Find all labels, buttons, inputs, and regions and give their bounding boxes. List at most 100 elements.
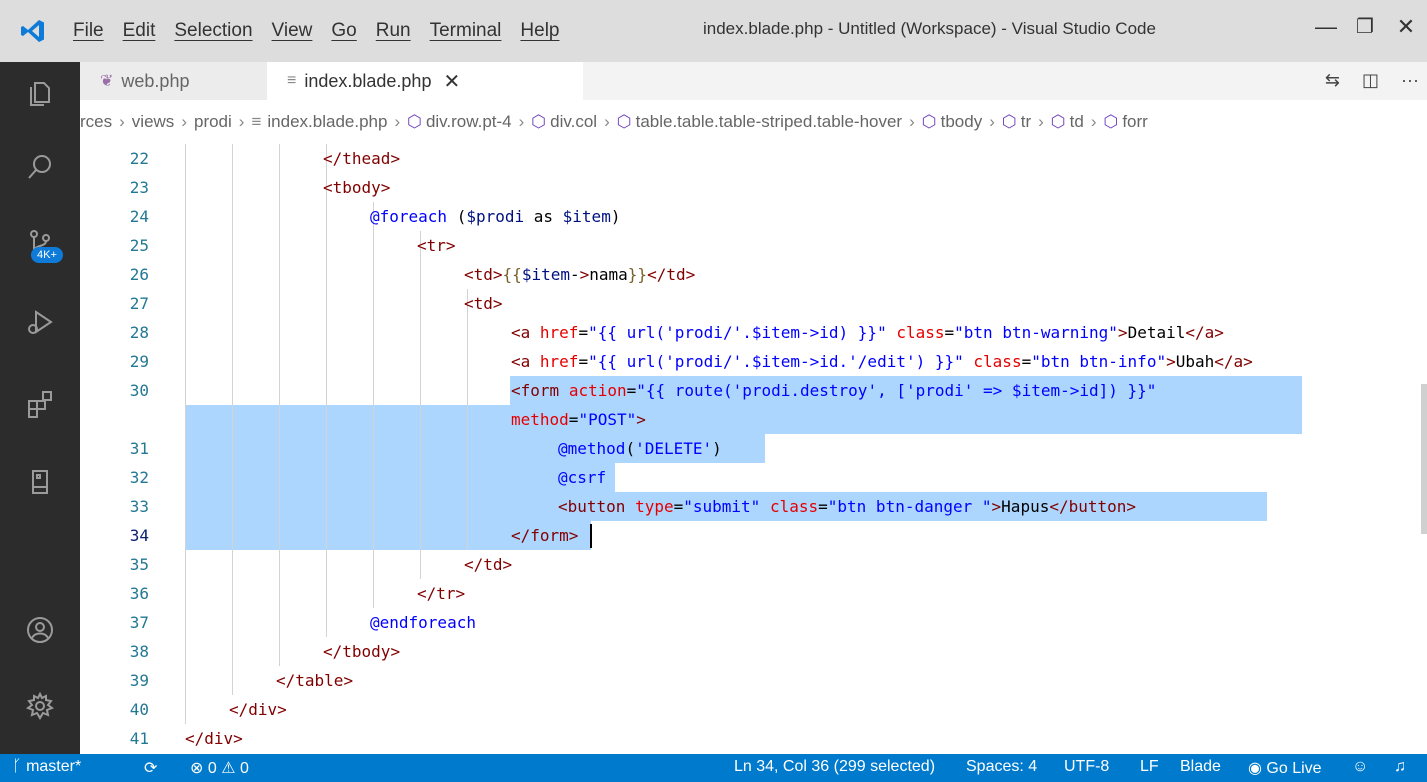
code-line: <tbody>: [323, 178, 391, 197]
problems-indicator[interactable]: ⊗ 0 ⚠ 0: [190, 758, 249, 778]
source-control-icon[interactable]: [0, 212, 80, 272]
breadcrumb-item[interactable]: div.row.pt-4: [426, 112, 512, 132]
menu-help[interactable]: Help: [520, 20, 559, 42]
editor-actions: ⇆ ◫ ···: [1325, 70, 1419, 91]
line-number: 35: [129, 555, 149, 574]
code-line: <td>{{$item->nama}}</td>: [464, 265, 696, 284]
activity-bar: 4K+: [0, 62, 80, 754]
menu-file[interactable]: File: [73, 20, 104, 42]
line-number: 41: [129, 729, 149, 748]
breadcrumb-item[interactable]: td: [1070, 112, 1084, 132]
branch-indicator[interactable]: ᚴ master*: [12, 758, 81, 776]
line-number: 22: [129, 149, 149, 168]
close-button[interactable]: ✕: [1386, 14, 1426, 40]
element-symbol-icon: ⬡: [407, 112, 422, 131]
tab-label: web.php: [121, 70, 190, 91]
extensions-icon[interactable]: [0, 374, 80, 434]
code-line: @method('DELETE'): [558, 439, 722, 458]
tab-index-blade-php[interactable]: ≡ index.blade.php ✕: [267, 62, 583, 100]
breadcrumb-item[interactable]: tbody: [941, 112, 983, 132]
breadcrumb-item[interactable]: tr: [1021, 112, 1031, 132]
menu-run[interactable]: Run: [376, 20, 411, 42]
encoding[interactable]: UTF-8: [1064, 758, 1109, 776]
menu-terminal[interactable]: Terminal: [430, 20, 502, 42]
language-mode[interactable]: Blade: [1180, 758, 1221, 776]
code-line: method="POST">: [511, 410, 646, 429]
branch-icon: ᚴ: [12, 758, 22, 775]
settings-gear-icon[interactable]: [0, 676, 80, 736]
line-number: 40: [129, 700, 149, 719]
run-debug-icon[interactable]: [0, 292, 80, 352]
selection-highlight: [185, 405, 1302, 434]
code-line: </div>: [185, 729, 243, 748]
minimize-button[interactable]: —: [1306, 14, 1346, 40]
code-line: @endforeach: [370, 613, 476, 632]
code-line: </td>: [464, 555, 513, 574]
window-title: index.blade.php - Untitled (Workspace) -…: [703, 19, 1156, 38]
warning-count: 0: [240, 760, 249, 777]
menu-edit[interactable]: Edit: [123, 20, 156, 42]
breadcrumb-item[interactable]: div.col: [550, 112, 597, 132]
explorer-icon[interactable]: [0, 62, 80, 122]
element-symbol-icon: ⬡: [616, 112, 632, 131]
menu-selection[interactable]: Selection: [174, 20, 252, 42]
vertical-scrollbar[interactable]: [1421, 384, 1427, 534]
line-number: 24: [129, 207, 149, 226]
more-actions-icon[interactable]: ···: [1401, 70, 1419, 91]
code-line: </tbody>: [323, 642, 401, 661]
error-count: 0: [207, 760, 217, 777]
remote-explorer-icon[interactable]: [0, 452, 80, 512]
code-line: </tr>: [417, 584, 466, 603]
accounts-icon[interactable]: [0, 600, 80, 660]
feedback-icon[interactable]: ☺: [1352, 758, 1368, 776]
tab-bar: ❦ web.php ≡ index.blade.php ✕ ⇆ ◫ ···: [80, 62, 1427, 100]
tab-web-php[interactable]: ❦ web.php: [80, 62, 267, 100]
element-symbol-icon: ⬡: [1001, 112, 1017, 131]
split-editor-icon[interactable]: ◫: [1362, 70, 1379, 91]
breadcrumb-item[interactable]: rces: [80, 112, 112, 132]
php-elephant-icon: ❦: [100, 73, 114, 90]
indentation[interactable]: Spaces: 4: [966, 758, 1037, 776]
line-number: 39: [129, 671, 149, 690]
close-tab-icon[interactable]: ✕: [443, 69, 460, 94]
indent-guide: [326, 144, 327, 637]
breadcrumb: rces › views › prodi › ≡ index.blade.php › ⬡…: [80, 100, 1427, 144]
line-number: 38: [129, 642, 149, 661]
line-number: 29: [129, 352, 149, 371]
breadcrumb-item[interactable]: table.table.table-striped.table-hover: [636, 112, 903, 132]
code-line: <button type="submit" class="btn btn-dan…: [558, 497, 1137, 516]
menu-view[interactable]: View: [272, 20, 313, 42]
blade-file-icon: ≡: [251, 112, 262, 131]
search-icon[interactable]: [0, 137, 80, 197]
element-symbol-icon: ⬡: [921, 112, 937, 131]
indent-guide: [232, 144, 233, 695]
line-number: 33: [129, 497, 149, 516]
breadcrumb-item[interactable]: forr: [1122, 112, 1148, 132]
breadcrumb-item[interactable]: index.blade.php: [267, 112, 387, 132]
element-symbol-icon: ⬡: [1050, 112, 1066, 131]
line-number: 30: [129, 381, 149, 400]
restore-button[interactable]: ❐: [1345, 14, 1385, 39]
indent-guide: [467, 289, 468, 550]
sync-icon[interactable]: ⟳: [144, 758, 157, 778]
code-line: </table>: [276, 671, 354, 690]
line-number: 28: [129, 323, 149, 342]
code-line: <tr>: [417, 236, 456, 255]
bell-icon[interactable]: ♫: [1394, 758, 1406, 776]
breadcrumb-item[interactable]: prodi: [194, 112, 232, 132]
breadcrumb-item[interactable]: views: [132, 112, 175, 132]
code-editor[interactable]: 22 23 24 25 26 27 28 29 30 31 32 33 34 3…: [80, 144, 1427, 754]
menu-go[interactable]: Go: [331, 20, 356, 42]
vscode-logo-icon: [0, 0, 66, 62]
code-line: @foreach ($prodi as $item): [370, 207, 621, 226]
compare-changes-icon[interactable]: ⇆: [1325, 70, 1340, 91]
branch-name: master*: [26, 758, 82, 775]
cursor-position[interactable]: Ln 34, Col 36 (299 selected): [734, 758, 935, 776]
line-number: [80, 405, 185, 434]
go-live-button[interactable]: ◉ Go Live: [1248, 758, 1322, 778]
broadcast-icon: ◉: [1248, 760, 1262, 777]
end-of-line[interactable]: LF: [1140, 758, 1159, 776]
code-line: <a href="{{ url('prodi/'.$item->id) }}" …: [511, 323, 1224, 342]
indent-guide: [420, 231, 421, 579]
indent-guide: [373, 202, 374, 608]
